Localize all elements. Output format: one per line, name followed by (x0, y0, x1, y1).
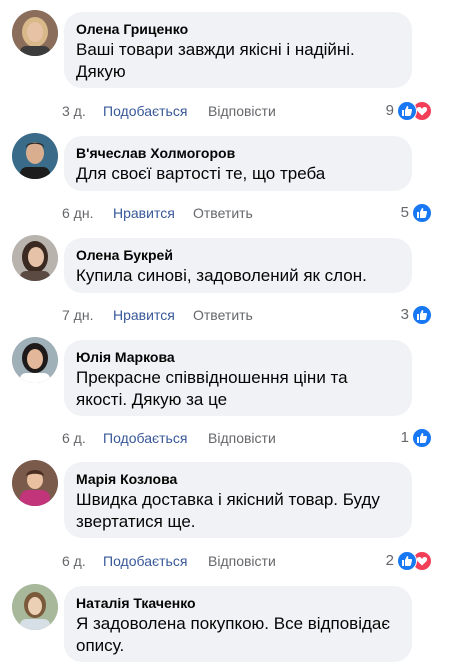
comment-bubble: Олена Гриценко Ваші товари завжди якісні… (64, 12, 412, 88)
comment-author[interactable]: Олена Гриценко (76, 20, 400, 38)
avatar[interactable] (12, 10, 58, 56)
avatar[interactable] (12, 235, 58, 281)
reactions[interactable]: 1 (401, 428, 432, 448)
like-button[interactable]: Подобається (103, 101, 187, 121)
comment-actions: 7 дн. Нравится Ответить 3 (62, 305, 432, 325)
comment-bubble: Марія Козлова Швидка доставка і якісний … (64, 462, 412, 538)
comment-bubble: Олена Букрей Купила синові, задоволений … (64, 238, 412, 293)
like-button[interactable]: Подобається (103, 551, 187, 571)
reaction-count: 2 (385, 552, 394, 569)
reaction-count: 3 (400, 306, 409, 323)
comment-author[interactable]: Юлія Маркова (76, 348, 400, 366)
like-button[interactable]: Подобається (103, 428, 187, 448)
comment-text: Ваші товари завжди якісні і надійні. Дяк… (76, 40, 355, 81)
comment-author[interactable]: Олена Букрей (76, 246, 400, 264)
like-button[interactable]: Нравится (113, 305, 175, 325)
comment-author[interactable]: Марія Козлова (76, 470, 400, 488)
reactions[interactable]: 2 (386, 551, 432, 571)
comment-text: Купила синові, задоволений як слон. (76, 266, 367, 285)
reaction-count: 9 (385, 102, 394, 119)
comment-bubble: Наталія Ткаченко Я задоволена покупкою. … (64, 586, 412, 662)
comment-time[interactable]: 6 д. (62, 428, 86, 448)
reactions[interactable]: 9 (386, 101, 432, 121)
reaction-count: 5 (400, 204, 409, 221)
reply-button[interactable]: Ответить (193, 203, 253, 223)
comment-text: Я задоволена покупкою. Все відповідає оп… (76, 614, 391, 655)
reaction-count: 1 (400, 429, 409, 446)
comment-bubble: Юлія Маркова Прекрасне співвідношення ці… (64, 340, 412, 416)
reactions[interactable]: 3 (401, 305, 432, 325)
comment-time[interactable]: 6 д. (62, 551, 86, 571)
reply-button[interactable]: Відповісти (208, 101, 276, 121)
reactions[interactable]: 5 (401, 203, 432, 223)
comment-actions: 6 д. Подобається Відповісти 1 (62, 428, 432, 448)
like-icon (412, 428, 432, 448)
avatar[interactable] (12, 133, 58, 179)
like-icon (397, 551, 417, 571)
comment-actions: 3 д. Подобається Відповісти 9 (62, 101, 432, 121)
avatar[interactable] (12, 584, 58, 630)
comment-time[interactable]: 6 дн. (62, 203, 93, 223)
comment-text: Для своєї вартості те, що треба (76, 164, 326, 183)
comment-author[interactable]: Наталія Ткаченко (76, 594, 400, 612)
like-icon (412, 305, 432, 325)
comment-text: Прекрасне співвідношення ціни та якості.… (76, 368, 348, 409)
comment-actions: 6 д. Подобається Відповісти 2 (62, 551, 432, 571)
reply-button[interactable]: Відповісти (208, 428, 276, 448)
like-icon (397, 101, 417, 121)
comment-bubble: В'ячеслав Холмогоров Для своєї вартості … (64, 136, 412, 191)
comment-time[interactable]: 7 дн. (62, 305, 93, 325)
avatar[interactable] (12, 460, 58, 506)
comment-time[interactable]: 3 д. (62, 101, 86, 121)
avatar[interactable] (12, 337, 58, 383)
like-button[interactable]: Нравится (113, 203, 175, 223)
reply-button[interactable]: Ответить (193, 305, 253, 325)
reply-button[interactable]: Відповісти (208, 551, 276, 571)
like-icon (412, 203, 432, 223)
comment-author[interactable]: В'ячеслав Холмогоров (76, 144, 400, 162)
comment-actions: 6 дн. Нравится Ответить 5 (62, 203, 432, 223)
comment-text: Швидка доставка і якісний товар. Буду зв… (76, 490, 380, 531)
